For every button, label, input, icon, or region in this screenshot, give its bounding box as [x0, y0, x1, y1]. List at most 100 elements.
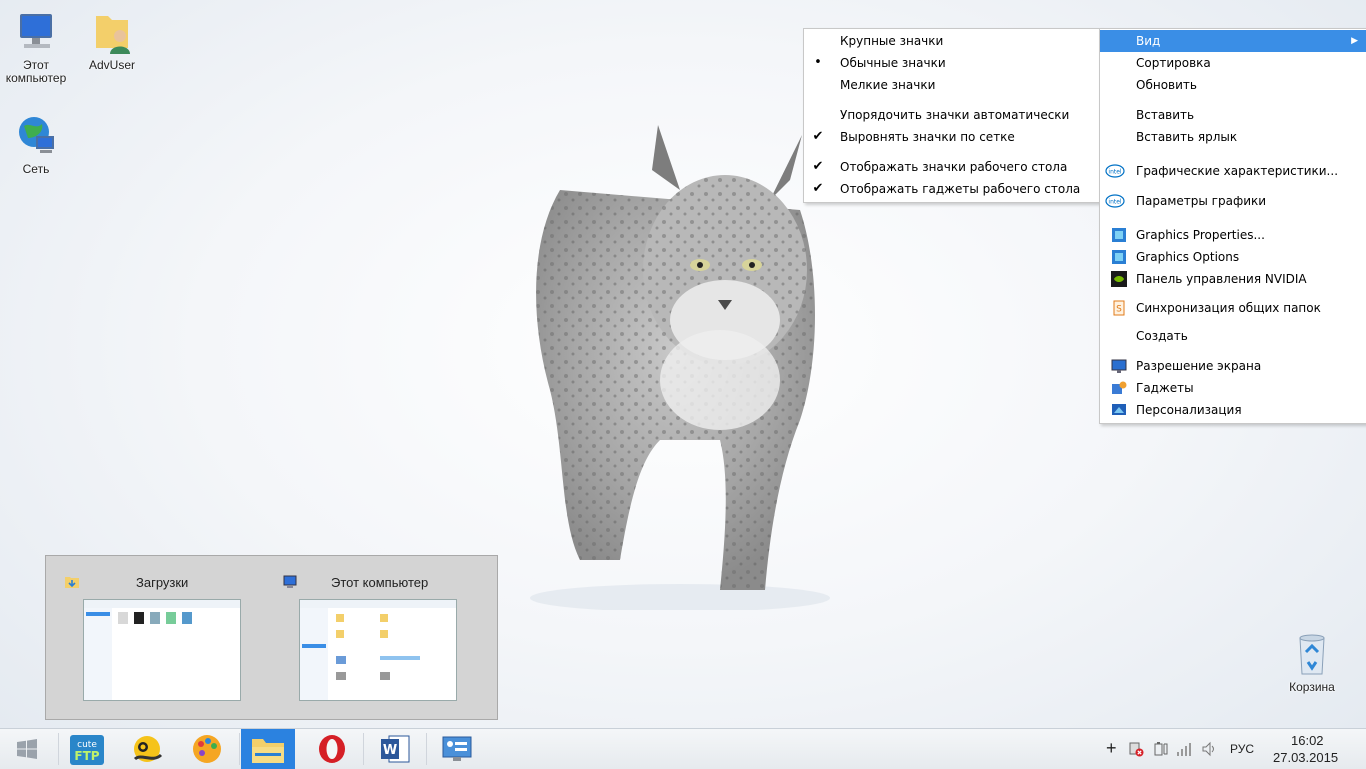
intel-icon: intel	[1105, 164, 1125, 178]
desktop-icon-advuser[interactable]: AdvUser	[76, 8, 148, 72]
menu-item-align-to-grid[interactable]: ✔ Выровнять значки по сетке	[804, 126, 1100, 148]
taskbar-app-word[interactable]: W	[368, 729, 422, 769]
taskbar-separator	[58, 733, 59, 765]
input-language-indicator[interactable]: РУС	[1230, 742, 1254, 756]
menu-item-label: Создать	[1136, 329, 1188, 343]
tray-add-icon[interactable]: +	[1106, 738, 1117, 759]
menu-item-label: Вид	[1136, 34, 1161, 48]
menu-item-sort[interactable]: Сортировка	[1100, 52, 1366, 74]
monitor-icon	[1111, 359, 1127, 373]
taskbar-app-file-explorer[interactable]	[241, 729, 295, 769]
preview-thumbnail-image	[83, 599, 241, 701]
preview-window-this-pc[interactable]: Этот компьютер	[278, 570, 478, 710]
menu-item-refresh[interactable]: Обновить	[1100, 74, 1366, 96]
menu-item-graphics-properties[interactable]: Graphics Properties...	[1100, 224, 1366, 246]
menu-item-label: Обычные значки	[840, 56, 946, 70]
menu-item-intel-graphics-properties[interactable]: intel Графические характеристики...	[1100, 160, 1366, 182]
menu-item-gadgets[interactable]: Гаджеты	[1100, 377, 1366, 399]
menu-item-label: Синхронизация общих папок	[1136, 301, 1321, 315]
recycle-bin-icon	[1299, 634, 1325, 675]
clock-time[interactable]: 16:02	[1291, 733, 1324, 748]
sync-icon: S	[1113, 300, 1125, 316]
view-submenu: Крупные значки • Обычные значки Мелкие з…	[803, 28, 1101, 203]
taskbar-thumbnail-preview: Загрузки Этот компьютер	[45, 555, 498, 720]
desktop-icon-label: AdvUser	[88, 58, 135, 72]
menu-item-label: Упорядочить значки автоматически	[840, 108, 1070, 122]
taskbar-app-opera[interactable]	[305, 729, 359, 769]
volume-icon[interactable]	[1201, 741, 1217, 757]
desktop-icon-recycle-bin[interactable]: Корзина	[1276, 630, 1348, 694]
taskbar: cute FTP W + РУС 16:02 27.03.2015	[0, 728, 1366, 769]
word-icon: W	[381, 735, 410, 763]
menu-item-intel-graphics-options[interactable]: intel Параметры графики	[1100, 190, 1366, 212]
menu-item-label: Graphics Options	[1136, 250, 1240, 264]
preview-window-downloads[interactable]: Загрузки	[60, 570, 260, 710]
menu-item-nvidia-control-panel[interactable]: Панель управления NVIDIA	[1100, 268, 1366, 290]
menu-item-show-desktop-icons[interactable]: ✔ Отображать значки рабочего стола	[804, 156, 1100, 178]
menu-item-label: Обновить	[1136, 78, 1197, 92]
svg-text:FTP: FTP	[74, 749, 99, 763]
menu-item-label: Графические характеристики...	[1136, 164, 1339, 178]
menu-item-label: Отображать значки рабочего стола	[840, 160, 1068, 174]
preview-title: Загрузки	[136, 575, 189, 590]
menu-item-paste[interactable]: Вставить	[1100, 104, 1366, 126]
svg-text:W: W	[383, 743, 397, 758]
taskbar-app-paint[interactable]	[180, 729, 234, 769]
windows-logo-icon	[17, 739, 37, 759]
menu-item-label: Мелкие значки	[840, 78, 936, 92]
checkmark-icon: ✔	[812, 159, 824, 174]
menu-item-large-icons[interactable]: Крупные значки	[804, 30, 1100, 52]
menu-item-label: Персонализация	[1136, 403, 1242, 417]
menu-item-graphics-options[interactable]: Graphics Options	[1100, 246, 1366, 268]
menu-item-view[interactable]: Вид ▶	[1100, 30, 1366, 52]
intel-icon: intel	[1105, 194, 1125, 208]
menu-item-sync-shared-folders[interactable]: S Синхронизация общих папок	[1100, 297, 1366, 319]
taskbar-app-control-panel[interactable]	[430, 729, 484, 769]
menu-item-label: Graphics Properties...	[1136, 228, 1265, 242]
svg-text:intel: intel	[1108, 169, 1122, 176]
preview-title: Этот компьютер	[331, 575, 429, 590]
nvidia-icon	[1111, 271, 1127, 287]
computer-icon	[283, 575, 297, 588]
preview-thumbnail-image	[299, 599, 457, 701]
user-folder-icon	[96, 16, 130, 54]
menu-item-auto-arrange[interactable]: Упорядочить значки автоматически	[804, 104, 1100, 126]
desktop-icon-label: Корзина	[1289, 680, 1335, 694]
battery-charging-icon[interactable]	[1153, 741, 1169, 757]
menu-item-medium-icons[interactable]: • Обычные значки	[804, 52, 1100, 74]
computer-icon	[20, 14, 52, 48]
desktop-icon-this-pc[interactable]: Этот компьютер	[0, 8, 72, 85]
palette-icon	[193, 735, 221, 763]
clock-date[interactable]: 27.03.2015	[1273, 750, 1338, 765]
svg-text:S: S	[1116, 305, 1122, 315]
menu-item-small-icons[interactable]: Мелкие значки	[804, 74, 1100, 96]
menu-item-paste-shortcut[interactable]: Вставить ярлык	[1100, 126, 1366, 148]
menu-item-new[interactable]: Создать	[1100, 325, 1366, 347]
signal-strength-icon[interactable]	[1176, 741, 1192, 757]
svg-text:intel: intel	[1108, 199, 1122, 206]
menu-item-label: Вставить	[1136, 108, 1195, 122]
desktop-context-menu: Вид ▶ Сортировка Обновить Вставить Встав…	[1099, 28, 1366, 424]
network-globe-icon	[19, 117, 54, 153]
gadgets-icon	[1112, 381, 1127, 394]
wallpaper-lynx	[530, 125, 830, 610]
taskbar-app-cuteftp[interactable]: cute FTP	[60, 729, 114, 769]
graphics-icon	[1112, 228, 1126, 242]
menu-item-label: Панель управления NVIDIA	[1136, 272, 1307, 286]
menu-item-personalization[interactable]: Персонализация	[1100, 399, 1366, 421]
taskbar-separator	[363, 733, 364, 765]
desktop-icon-network[interactable]: Сеть	[0, 112, 72, 176]
downloads-folder-icon	[65, 577, 79, 588]
taskbar-separator	[239, 733, 240, 765]
personalize-icon	[1112, 404, 1126, 415]
taskbar-app-messenger[interactable]	[120, 729, 174, 769]
network-error-icon[interactable]	[1128, 741, 1144, 757]
start-button[interactable]	[0, 729, 54, 769]
cuteftp-icon: cute FTP	[70, 735, 104, 765]
taskbar-separator	[426, 733, 427, 765]
menu-item-screen-resolution[interactable]: Разрешение экрана	[1100, 355, 1366, 377]
menu-item-label: Отображать гаджеты рабочего стола	[840, 182, 1081, 196]
menu-item-show-gadgets[interactable]: ✔ Отображать гаджеты рабочего стола	[804, 178, 1100, 200]
messenger-icon	[133, 736, 163, 762]
menu-item-label: Гаджеты	[1136, 381, 1194, 395]
